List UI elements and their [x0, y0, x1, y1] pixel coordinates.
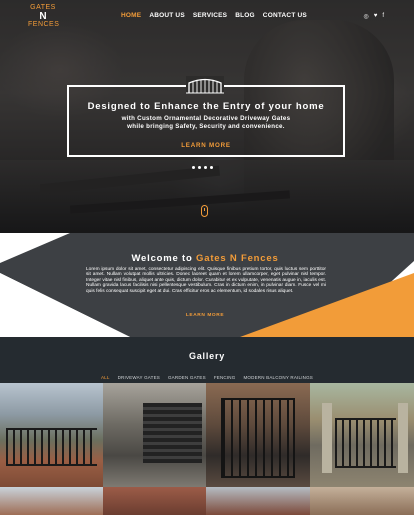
gate-icon: [186, 76, 224, 94]
filter-driveway-gates[interactable]: DRIVEWAY GATES: [118, 375, 160, 380]
hero-learn-more-link[interactable]: LEARN MORE: [67, 142, 345, 149]
slider-dot[interactable]: [192, 166, 195, 169]
welcome-title-brand: Gates N Fences: [196, 253, 279, 264]
nav-contact-us[interactable]: CONTACT US: [263, 12, 307, 19]
hero-section: GATES N FENCES HOME ABOUT US SERVICES BL…: [0, 0, 414, 233]
slider-dot[interactable]: [204, 166, 207, 169]
gallery-image[interactable]: [0, 487, 103, 515]
slider-dot[interactable]: [198, 166, 201, 169]
welcome-learn-more-link[interactable]: LEARN MORE: [80, 313, 330, 318]
filter-all[interactable]: ALL: [101, 375, 110, 380]
filter-modern-balcony-railings[interactable]: MODERN BALCONY RAILINGS: [243, 375, 313, 380]
instagram-icon[interactable]: ◎: [364, 13, 369, 20]
gallery-section: Gallery ALL DRIVEWAY GATES GARDEN GATES …: [0, 337, 414, 515]
hero-subtitle: with Custom Ornamental Decorative Drivew…: [67, 115, 345, 131]
welcome-section: Welcome to Gates N Fences Lorem ipsum do…: [0, 233, 414, 337]
gallery-title: Gallery: [188, 351, 226, 361]
gallery-image[interactable]: [310, 487, 414, 515]
hero-title: Designed to Enhance the Entry of your ho…: [87, 101, 325, 112]
gallery-image[interactable]: [103, 383, 206, 487]
facebook-icon[interactable]: f: [382, 13, 384, 20]
gate-rails: [221, 398, 295, 478]
brand-logo[interactable]: GATES N FENCES: [28, 4, 60, 29]
gallery-image[interactable]: [206, 487, 310, 515]
slider-dot[interactable]: [210, 166, 213, 169]
gallery-filters: ALL DRIVEWAY GATES GARDEN GATES FENCING …: [0, 375, 414, 380]
brand-line-2: N: [39, 11, 47, 22]
filter-fencing[interactable]: FENCING: [214, 375, 236, 380]
hero-subtitle-line-2: while bringing Safety, Security and conv…: [127, 123, 285, 130]
nav-services[interactable]: SERVICES: [193, 12, 227, 19]
gate-rails: [6, 428, 97, 466]
nav-about-us[interactable]: ABOUT US: [149, 12, 185, 19]
gallery-image[interactable]: [103, 487, 206, 515]
gate-rails: [143, 403, 202, 463]
nav-blog[interactable]: BLOG: [235, 12, 255, 19]
welcome-title-prefix: Welcome to: [131, 253, 197, 264]
social-links: ◎ ♥ f: [364, 13, 384, 20]
gate-pillar: [322, 403, 332, 473]
gallery-image[interactable]: [0, 383, 103, 487]
gate-rails: [335, 418, 396, 468]
filter-garden-gates[interactable]: GARDEN GATES: [168, 375, 206, 380]
nav-home[interactable]: HOME: [121, 12, 141, 19]
brand-line-3: FENCES: [28, 21, 60, 28]
welcome-title: Welcome to Gates N Fences: [80, 253, 330, 264]
twitter-icon[interactable]: ♥: [374, 13, 378, 20]
gallery-image[interactable]: [310, 383, 414, 487]
gallery-image[interactable]: [206, 383, 310, 487]
hero-subtitle-line-1: with Custom Ornamental Decorative Drivew…: [121, 115, 291, 122]
main-nav: HOME ABOUT US SERVICES BLOG CONTACT US: [121, 12, 307, 19]
welcome-body-text: Lorem ipsum dolor sit amet, consectetur …: [86, 267, 326, 294]
gate-pillar: [398, 403, 408, 473]
slider-dots: [192, 166, 213, 169]
scroll-down-icon[interactable]: [201, 205, 208, 217]
